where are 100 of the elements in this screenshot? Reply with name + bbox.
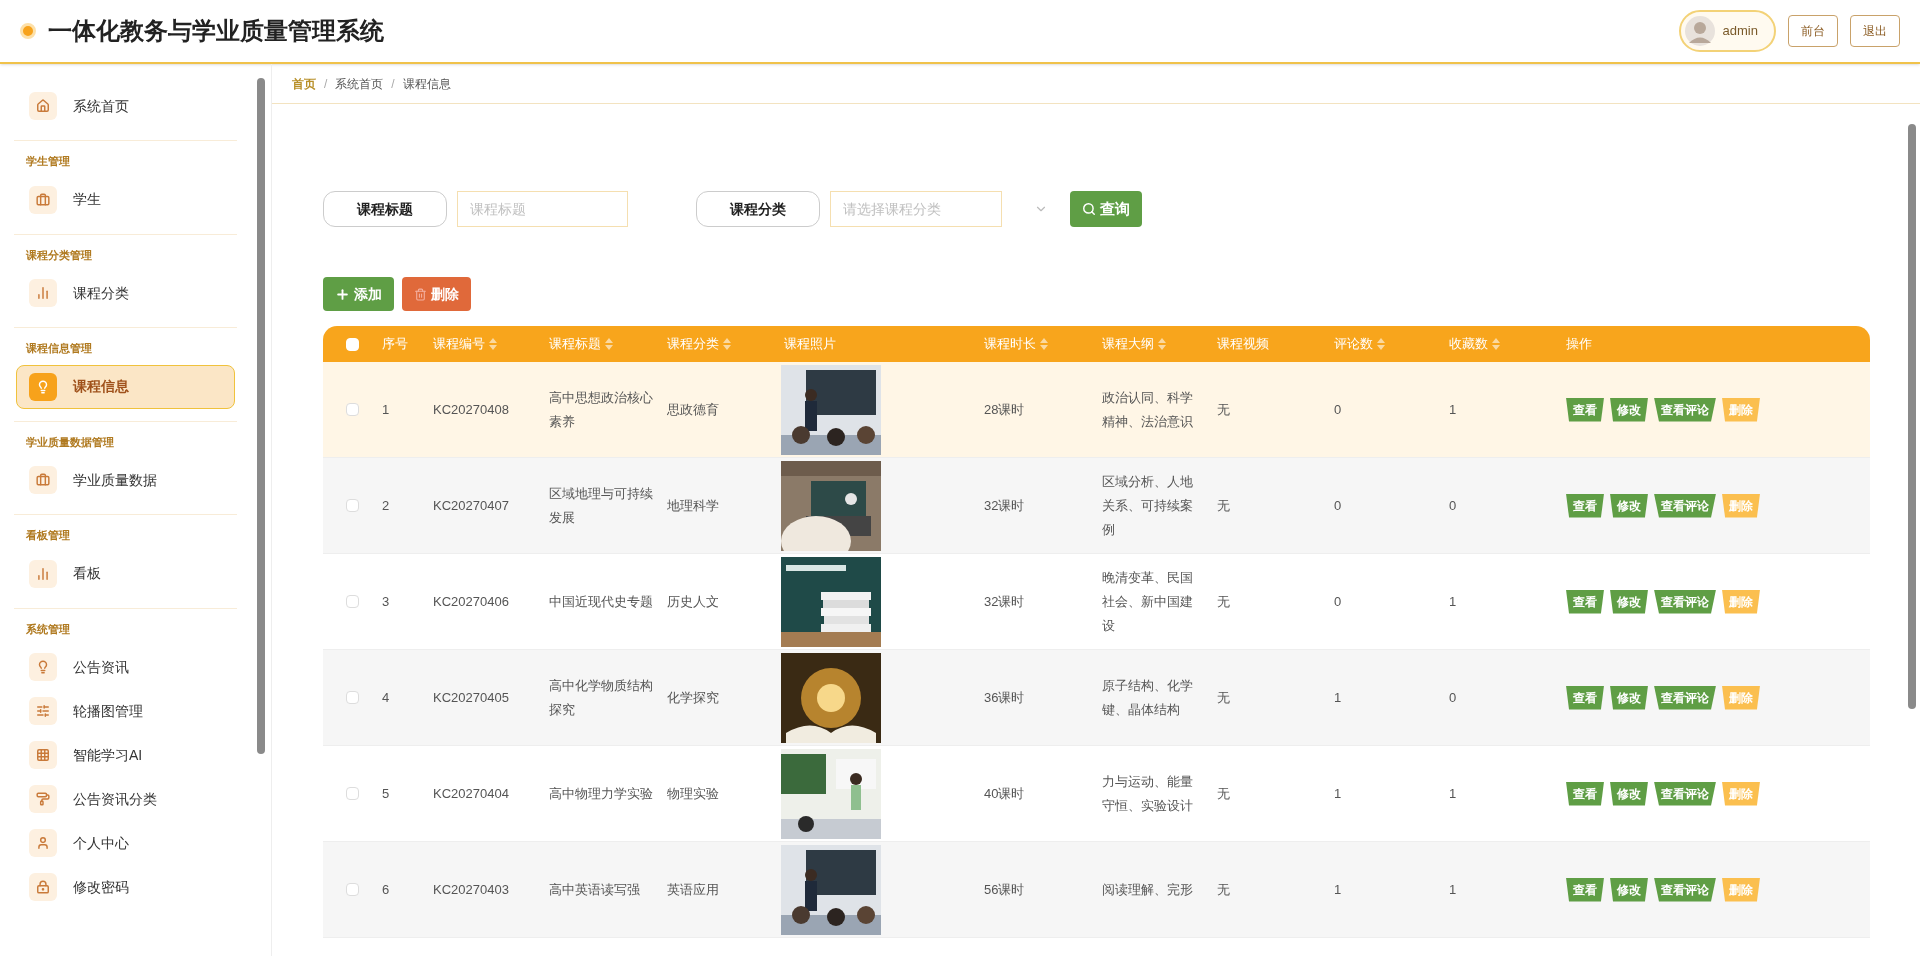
menu-icon [29,829,57,857]
sidebar-item[interactable]: 看板 [16,551,235,596]
sidebar-item[interactable]: 系统首页 [16,84,235,128]
menu-icon [29,741,57,769]
action-button[interactable]: 删除 [1722,493,1760,518]
sidebar-item[interactable]: 公告资讯 [16,645,235,689]
action-button[interactable]: 查看 [1566,397,1604,422]
table-cell-text: 40课时 [984,784,1026,803]
table-cell-text: 高中思想政治核心素养 [549,388,654,431]
action-button[interactable]: 查看 [1566,877,1604,902]
sidebar-item[interactable]: 智能学习AI [16,733,235,777]
sort-icon[interactable] [723,338,731,350]
sidebar-item[interactable]: 修改密码 [16,865,235,909]
table-row[interactable]: 3 KC20270406 中国近现代史专题 历史人文 32课时 晚清变革、民国社会、新中国建设 无 0 1 查看 修改 查看评论 删除 [323,554,1870,650]
action-button[interactable]: 查看评论 [1654,781,1716,806]
delete-button[interactable]: 删除 [402,277,471,311]
header-button[interactable]: 退出 [1850,15,1900,47]
sidebar-item[interactable]: 课程信息 [16,364,235,409]
sidebar-item[interactable]: 轮播图管理 [16,689,235,733]
checkbox[interactable] [346,595,359,608]
table-cell-text: 1 [1449,400,1458,419]
column-header[interactable]: 评论数 [1334,334,1373,354]
action-button[interactable]: 修改 [1610,877,1648,902]
checkbox[interactable] [346,787,359,800]
table-cell-text: 无 [1217,592,1231,611]
column-header[interactable]: 序号 [382,334,408,354]
breadcrumb-link[interactable]: 系统首页 [335,74,384,93]
checkbox[interactable] [346,883,359,896]
action-button[interactable]: 查看评论 [1654,493,1716,518]
sort-icon[interactable] [1377,338,1385,350]
table-cell-text: 无 [1217,784,1231,803]
action-button[interactable]: 查看 [1566,781,1604,806]
checkbox[interactable] [346,691,359,704]
header-button[interactable]: 前台 [1788,15,1838,47]
action-button[interactable]: 删除 [1722,781,1760,806]
scrollbar[interactable] [257,78,265,754]
action-button[interactable]: 查看评论 [1654,685,1716,710]
title-input[interactable]: 课程标题 [457,191,628,227]
action-button[interactable]: 查看评论 [1654,397,1716,422]
breadcrumb-link[interactable]: 课程信息 [402,74,451,93]
user-badge[interactable]: admin [1678,10,1776,52]
menu-icon [29,559,57,588]
table-cell-text: 无 [1217,496,1231,515]
table-cell-text: 3 [382,592,391,611]
action-button[interactable]: 修改 [1610,493,1648,518]
sidebar-item[interactable]: 个人中心 [16,821,235,865]
sort-icon[interactable] [489,338,497,350]
sort-icon[interactable] [1492,338,1500,350]
action-button[interactable]: 删除 [1722,685,1760,710]
checkbox[interactable] [346,403,359,416]
column-header[interactable]: 课程视频 [1217,334,1269,354]
trash-icon [414,287,427,301]
add-button[interactable]: 添加 [323,277,394,311]
table-cell-text: KC20270405 [433,688,510,707]
column-header[interactable]: 收藏数 [1449,334,1488,354]
menu-icon [29,697,57,725]
action-button[interactable]: 删除 [1722,589,1760,614]
table-row[interactable]: 5 KC20270404 高中物理力学实验 物理实验 40课时 力与运动、能量守恒、实验设计 无 1 1 查看 修改 查看评论 删除 [323,746,1870,842]
table-row[interactable]: 6 KC20270403 高中英语读写强 英语应用 56课时 阅读理解、完形 无 1 1 查看 修改 查看评论 删除 [323,842,1870,938]
action-button[interactable]: 删除 [1722,397,1760,422]
action-button[interactable]: 查看评论 [1654,877,1716,902]
table-cell-text: 地理科学 [667,496,720,515]
column-header[interactable]: 课程照片 [784,334,836,354]
sort-icon[interactable] [1040,338,1048,350]
column-header[interactable]: 操作 [1566,334,1592,354]
sidebar-item[interactable]: 学生 [16,177,235,222]
field-label: 课程分类 [696,191,820,227]
section-heading: 学业质量数据管理 [25,434,115,450]
breadcrumb-link[interactable]: 首页 [292,74,316,93]
action-button[interactable]: 删除 [1722,877,1760,902]
column-header[interactable]: 课程编号 [433,334,485,354]
action-button[interactable]: 查看 [1566,589,1604,614]
sidebar-item[interactable]: 公告资讯分类 [16,777,235,821]
action-button[interactable]: 修改 [1610,781,1648,806]
table-cell-text: 1 [1334,784,1343,803]
column-header[interactable]: 课程标题 [549,334,601,354]
action-button[interactable]: 查看 [1566,493,1604,518]
column-header[interactable]: 课程大纲 [1102,334,1154,354]
action-button[interactable]: 修改 [1610,397,1648,422]
column-header[interactable]: 课程时长 [984,334,1036,354]
section-heading: 系统管理 [25,621,71,637]
action-button[interactable]: 修改 [1610,685,1648,710]
sort-icon[interactable] [1158,338,1166,350]
table-row[interactable]: 1 KC20270408 高中思想政治核心素养 思政德育 28课时 政治认同、科学精神、法治意识 无 0 1 查看 修改 查看评论 删除 [323,362,1870,458]
table-cell-text: 1 [382,400,391,419]
column-header[interactable]: 课程分类 [667,334,719,354]
action-button[interactable]: 查看 [1566,685,1604,710]
table-row[interactable]: 2 KC20270407 区域地理与可持续发展 地理科学 32课时 区域分析、人地关系、可持续案例 无 0 0 查看 修改 查看评论 删除 [323,458,1870,554]
action-button[interactable]: 修改 [1610,589,1648,614]
table-cell-text: 化学探究 [667,688,720,707]
sort-icon[interactable] [605,338,613,350]
sidebar-item[interactable]: 学业质量数据 [16,458,235,502]
checkbox[interactable] [346,499,359,512]
table-cell-text: 无 [1217,880,1231,899]
table-row[interactable]: 4 KC20270405 高中化学物质结构探究 化学探究 36课时 原子结构、化学键、晶体结构 无 1 0 查看 修改 查看评论 删除 [323,650,1870,746]
scrollbar[interactable] [1908,124,1916,709]
table-cell-text: 0 [1334,592,1343,611]
search-button[interactable]: 查询 [1070,191,1142,227]
action-button[interactable]: 查看评论 [1654,589,1716,614]
sidebar-item[interactable]: 课程分类 [16,271,235,315]
